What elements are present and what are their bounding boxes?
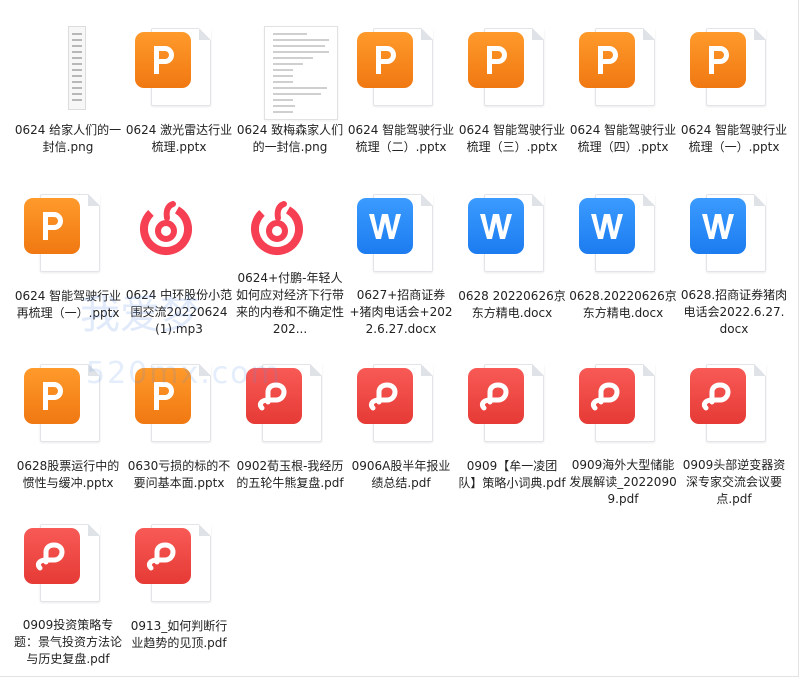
file-item[interactable]: 0909投资策略专题：景气投资方法论与历史复盘.pdf xyxy=(14,496,122,668)
file-item[interactable]: 0628.招商证券猪肉电话会2022.6.27.docx xyxy=(680,166,788,338)
ppt-icon xyxy=(24,368,80,424)
file-name-label: 0627+招商证券+猪肉电话会+2022.6.27.docx xyxy=(349,288,453,336)
file-item[interactable]: 0909头部逆变器资深专家交流会议要点.pdf xyxy=(680,336,788,508)
file-item[interactable]: 0909【牟一凌团队】策略小词典.pdf xyxy=(458,336,566,508)
file-thumbnail xyxy=(18,358,118,450)
file-item[interactable]: 0906A股半年报业绩总结.pdf xyxy=(347,336,455,508)
file-thumbnail xyxy=(240,358,340,450)
word-icon xyxy=(579,198,635,254)
word-icon xyxy=(690,198,746,254)
ppt-icon xyxy=(135,32,191,88)
file-thumbnail xyxy=(129,358,229,450)
file-item[interactable]: 0624 智能驾驶行业再梳理（一）.pptx xyxy=(14,166,122,338)
file-item[interactable]: 0628 20220626京东方精电.docx xyxy=(458,166,566,338)
png-letter-thumbnail xyxy=(264,26,338,120)
file-thumbnail xyxy=(684,22,784,114)
file-name-label: 0624 给家人们的一封信.png xyxy=(14,123,122,154)
netease-music-icon xyxy=(248,198,306,256)
file-name-label: 0624 智能驾驶行业再梳理（一）.pptx xyxy=(14,289,122,320)
file-item[interactable]: 0624 智能驾驶行业梳理（四）.pptx xyxy=(569,0,677,172)
file-item[interactable]: 0624 中环股份小范围交流20220624(1).mp3 xyxy=(125,166,233,338)
file-thumbnail xyxy=(18,22,118,114)
file-item[interactable]: 0624 致梅森家人们的一封信.png xyxy=(236,0,344,172)
file-thumbnail xyxy=(684,358,784,449)
file-name-label: 0624 智能驾驶行业梳理（二）.pptx xyxy=(347,123,455,154)
file-name-label: 0624 致梅森家人们的一封信.png xyxy=(236,123,344,154)
file-name-label: 0906A股半年报业绩总结.pdf xyxy=(351,459,451,490)
file-thumbnail xyxy=(129,22,229,114)
ppt-icon xyxy=(24,198,80,254)
file-name-label: 0624 智能驾驶行业梳理（四）.pptx xyxy=(569,123,677,154)
pdf-icon xyxy=(357,368,413,424)
file-item[interactable]: 0624+付鹏-年轻人如何应对经济下行带来的内卷和不确定性202... xyxy=(236,166,344,338)
file-thumbnail xyxy=(462,188,562,280)
ppt-icon xyxy=(579,32,635,88)
png-narrow-thumbnail xyxy=(68,26,86,110)
file-thumbnail xyxy=(129,518,229,610)
file-name-label: 0624 激光雷达行业梳理.pptx xyxy=(125,123,233,154)
file-name-label: 0624 智能驾驶行业梳理（三）.pptx xyxy=(458,123,566,154)
file-item[interactable]: 0909海外大型储能发展解读_20220909.pdf xyxy=(569,336,677,508)
file-thumbnail xyxy=(129,188,229,279)
file-name-label: 0628.20220626京东方精电.docx xyxy=(569,289,677,320)
file-item[interactable]: 0624 智能驾驶行业梳理（三）.pptx xyxy=(458,0,566,172)
word-icon xyxy=(468,198,524,254)
file-name-label: 0909投资策略专题：景气投资方法论与历史复盘.pdf xyxy=(14,618,123,666)
file-thumbnail xyxy=(18,518,118,609)
pdf-icon xyxy=(579,368,635,424)
file-name-label: 0909【牟一凌团队】策略小词典.pdf xyxy=(458,459,566,490)
netease-music-icon xyxy=(137,198,195,256)
file-item[interactable]: 0624 智能驾驶行业梳理（二）.pptx xyxy=(347,0,455,172)
file-name-label: 0909头部逆变器资深专家交流会议要点.pdf xyxy=(682,458,786,506)
file-name-label: 0628.招商证券猪肉电话会2022.6.27.docx xyxy=(680,288,788,336)
ppt-icon xyxy=(357,32,413,88)
file-thumbnail xyxy=(462,22,562,114)
file-item[interactable]: 0628股票运行中的惯性与缓冲.pptx xyxy=(14,336,122,508)
file-thumbnail xyxy=(240,188,340,262)
file-name-label: 0624+付鹏-年轻人如何应对经济下行带来的内卷和不确定性202... xyxy=(236,271,345,336)
file-item[interactable]: 0624 给家人们的一封信.png xyxy=(14,0,122,172)
file-item[interactable]: 0624 智能驾驶行业梳理（一）.pptx xyxy=(680,0,788,172)
ppt-icon xyxy=(468,32,524,88)
file-thumbnail xyxy=(351,22,451,114)
file-name-label: 0630亏损的标的不要问基本面.pptx xyxy=(127,459,231,490)
file-item[interactable]: 0627+招商证券+猪肉电话会+2022.6.27.docx xyxy=(347,166,455,338)
pdf-icon xyxy=(246,368,302,424)
file-thumbnail xyxy=(573,188,673,280)
file-name-label: 0902荀玉根-我经历的五轮牛熊复盘.pdf xyxy=(236,459,344,490)
file-item[interactable]: 0630亏损的标的不要问基本面.pptx xyxy=(125,336,233,508)
file-name-label: 0628股票运行中的惯性与缓冲.pptx xyxy=(16,459,120,490)
file-item[interactable]: 0902荀玉根-我经历的五轮牛熊复盘.pdf xyxy=(236,336,344,508)
file-name-label: 0624 智能驾驶行业梳理（一）.pptx xyxy=(680,123,788,154)
file-thumbnail xyxy=(240,22,340,120)
file-item[interactable]: 0913_如何判断行业趋势的见顶.pdf xyxy=(125,496,233,668)
pdf-icon xyxy=(135,528,191,584)
ppt-icon xyxy=(690,32,746,88)
pdf-icon xyxy=(468,368,524,424)
file-item[interactable]: 0624 激光雷达行业梳理.pptx xyxy=(125,0,233,172)
file-name-label: 0913_如何判断行业趋势的见顶.pdf xyxy=(130,619,228,650)
file-thumbnail xyxy=(573,358,673,449)
file-thumbnail xyxy=(573,22,673,114)
file-name-label: 0624 中环股份小范围交流20220624(1).mp3 xyxy=(125,288,233,336)
pdf-icon xyxy=(24,528,80,584)
pdf-icon xyxy=(690,368,746,424)
word-icon xyxy=(357,198,413,254)
file-name-label: 0628 20220626京东方精电.docx xyxy=(458,289,566,320)
ppt-icon xyxy=(135,368,191,424)
file-thumbnail xyxy=(462,358,562,450)
file-item[interactable]: 0628.20220626京东方精电.docx xyxy=(569,166,677,338)
file-thumbnail xyxy=(351,188,451,279)
file-name-label: 0909海外大型储能发展解读_20220909.pdf xyxy=(569,458,677,506)
file-thumbnail xyxy=(18,188,118,280)
file-thumbnail xyxy=(684,188,784,279)
file-thumbnail xyxy=(351,358,451,450)
